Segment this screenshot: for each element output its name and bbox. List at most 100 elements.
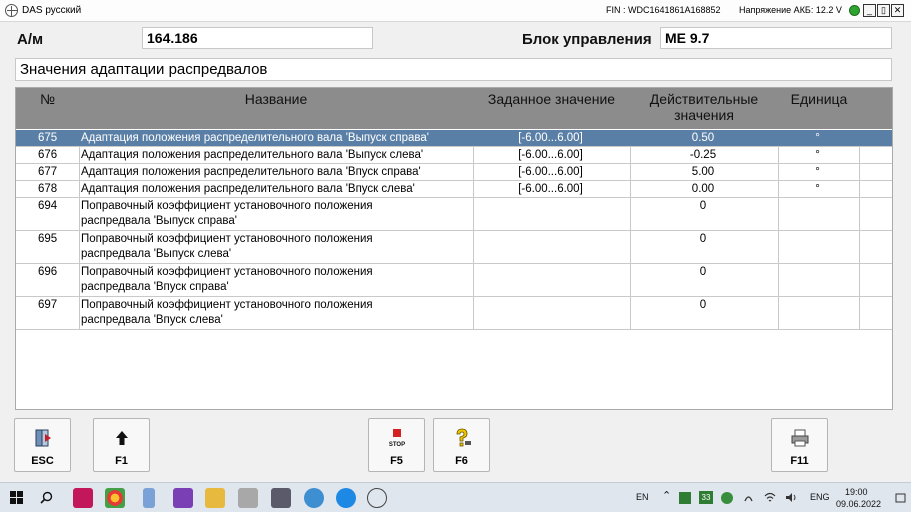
column-divider xyxy=(630,147,631,163)
language-indicator[interactable]: EN xyxy=(636,492,649,502)
tray-app-icon-3[interactable] xyxy=(743,492,754,503)
section-title: Значения адаптации распредвалов xyxy=(15,58,892,81)
notification-icon[interactable] xyxy=(895,493,906,504)
cell-actual: 5.00 xyxy=(691,166,715,178)
app-icon-1[interactable] xyxy=(73,488,93,508)
cell-unit: ° xyxy=(815,132,820,144)
column-divider xyxy=(473,231,474,263)
volume-icon[interactable] xyxy=(785,492,797,503)
col-header-name[interactable]: Название xyxy=(79,91,473,107)
table-row[interactable]: 694 Поправочный коэффициент установочного… xyxy=(16,198,892,231)
chrome-icon[interactable] xyxy=(105,488,125,508)
clock-date[interactable]: 09.06.2022 xyxy=(836,499,881,509)
voltage-label: Напряжение АКБ: 12.2 V xyxy=(739,5,842,15)
table-row[interactable]: 677 Адаптация положения распределительног… xyxy=(16,164,892,181)
column-divider xyxy=(473,147,474,163)
col-header-target[interactable]: Заданное значение xyxy=(473,91,630,107)
column-divider xyxy=(778,297,779,329)
column-divider xyxy=(473,181,474,197)
f11-button[interactable]: F11 xyxy=(771,418,828,472)
arrow-up-icon xyxy=(115,431,128,445)
column-divider xyxy=(630,297,631,329)
col-header-no[interactable]: № xyxy=(16,91,79,107)
file-explorer-icon[interactable] xyxy=(205,488,225,508)
f6-button-label: F6 xyxy=(455,455,468,467)
search-icon[interactable] xyxy=(40,491,53,504)
tray-badge-icon[interactable]: 33 xyxy=(699,491,713,504)
cell-unit xyxy=(778,264,859,296)
cell-actual: 0 xyxy=(699,299,707,311)
cell-number: 678 xyxy=(38,183,58,195)
col-header-unit[interactable]: Единица xyxy=(778,91,860,107)
stop-icon: STOP xyxy=(388,429,405,448)
column-divider xyxy=(778,181,779,197)
close-button[interactable]: ✕ xyxy=(891,4,904,17)
column-divider xyxy=(859,231,860,263)
clock-time[interactable]: 19:00 xyxy=(845,487,868,497)
table-row[interactable]: 678 Адаптация положения распределительног… xyxy=(16,181,892,198)
app-icon-4[interactable] xyxy=(271,488,291,508)
column-divider xyxy=(778,164,779,180)
column-divider xyxy=(630,231,631,263)
cell-unit: ° xyxy=(815,183,820,195)
table-row[interactable]: 676 Адаптация положения распределительног… xyxy=(16,147,892,164)
column-divider xyxy=(778,231,779,263)
cell-name: Адаптация положения распределительного в… xyxy=(81,183,415,195)
app-icon-5[interactable] xyxy=(304,488,324,508)
ecu-field: ME 9.7 xyxy=(660,27,892,49)
cell-actual: 0.50 xyxy=(691,132,715,144)
maximize-button[interactable]: ▯ xyxy=(877,4,890,17)
cell-number: 694 xyxy=(38,200,58,212)
column-divider xyxy=(859,147,860,163)
cell-target: [-6.00...6.00] xyxy=(518,149,583,161)
cell-name: Адаптация положения распределительного в… xyxy=(81,149,424,161)
column-divider xyxy=(859,164,860,180)
internet-explorer-icon[interactable] xyxy=(336,488,356,508)
tray-app-icon-2[interactable] xyxy=(721,492,733,504)
column-divider xyxy=(79,198,80,230)
cell-name: Поправочный коэффициент установочного по… xyxy=(81,200,373,227)
column-divider xyxy=(630,181,631,197)
esc-button[interactable]: ESC xyxy=(14,418,71,472)
table-row[interactable]: 695 Поправочный коэффициент установочного… xyxy=(16,231,892,264)
tray-app-icon-1[interactable] xyxy=(679,492,691,504)
minimize-button[interactable]: _ xyxy=(863,4,876,17)
f6-button[interactable]: F6 xyxy=(433,418,490,472)
windows-start-icon[interactable] xyxy=(10,491,23,504)
cell-number: 695 xyxy=(38,233,58,245)
column-divider xyxy=(630,198,631,230)
cell-unit xyxy=(778,198,859,230)
wifi-icon[interactable] xyxy=(764,492,776,503)
column-divider xyxy=(79,164,80,180)
fin-label: FIN : WDC1641861A168852 xyxy=(606,5,721,15)
cell-target xyxy=(473,198,630,230)
cell-actual: -0.25 xyxy=(689,149,717,161)
cell-number: 675 xyxy=(38,132,58,144)
table-row[interactable]: 697 Поправочный коэффициент установочного… xyxy=(16,297,892,330)
table-header: № Название Заданное значение Действитель… xyxy=(16,88,892,129)
f5-button[interactable]: STOP F5 xyxy=(368,418,425,472)
f5-button-label: F5 xyxy=(390,455,403,467)
app-icon-3[interactable] xyxy=(238,488,258,508)
table-row[interactable]: 696 Поправочный коэффициент установочного… xyxy=(16,264,892,297)
cell-number: 697 xyxy=(38,299,58,311)
col-header-actual[interactable]: Действительные значения xyxy=(630,91,778,123)
cell-actual: 0 xyxy=(699,200,707,212)
cell-unit: ° xyxy=(815,149,820,161)
column-divider xyxy=(473,264,474,296)
column-divider xyxy=(79,264,80,296)
app-icon-2[interactable] xyxy=(173,488,193,508)
document-app-icon[interactable] xyxy=(143,488,155,508)
ecu-label: Блок управления xyxy=(522,31,652,48)
table-row[interactable]: 675 Адаптация положения распределительног… xyxy=(16,130,892,147)
column-divider xyxy=(79,147,80,163)
column-divider xyxy=(473,198,474,230)
cell-actual: 0.00 xyxy=(691,183,715,195)
chevron-up-icon[interactable]: ⌃ xyxy=(662,489,671,502)
f1-button[interactable]: F1 xyxy=(93,418,150,472)
title-bar: DAS русский FIN : WDC1641861A168852 Напр… xyxy=(0,0,911,22)
keyboard-language-indicator[interactable]: ENG xyxy=(810,492,830,502)
mercedes-das-icon[interactable] xyxy=(367,488,387,508)
exit-door-icon xyxy=(35,429,51,447)
help-icon xyxy=(456,428,471,447)
